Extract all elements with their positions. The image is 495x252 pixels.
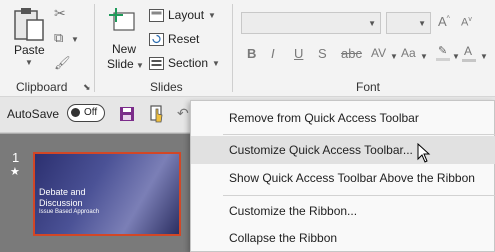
context-menu: Remove from Quick Access Toolbar Customi… bbox=[190, 100, 495, 252]
toggle-knob bbox=[71, 108, 80, 117]
change-case-chevron-down-icon[interactable]: ▼ bbox=[420, 52, 428, 61]
slide-title-line-2: Discussion bbox=[39, 198, 83, 208]
font-color-icon[interactable]: A bbox=[462, 44, 476, 62]
layout-button[interactable]: Layout ▼ bbox=[149, 8, 216, 22]
section-label: Section bbox=[168, 56, 209, 70]
change-case-button[interactable]: Aa bbox=[401, 46, 416, 60]
font-size-dropdown[interactable]: ▼ bbox=[386, 12, 431, 34]
ribbon-separator bbox=[94, 4, 95, 92]
font-size-chevron-down-icon: ▼ bbox=[418, 19, 426, 28]
font-group-label: Font bbox=[356, 80, 381, 94]
autosave-label: AutoSave bbox=[7, 107, 60, 121]
highlight-chevron-down-icon[interactable]: ▼ bbox=[452, 52, 460, 61]
reset-icon bbox=[149, 32, 164, 46]
paste-button[interactable]: Paste ▼ bbox=[10, 6, 50, 68]
character-spacing-chevron-down-icon[interactable]: ▼ bbox=[390, 52, 398, 61]
section-icon bbox=[149, 56, 164, 70]
slide-title-line-1: Debate and bbox=[39, 187, 86, 197]
touch-mode-icon[interactable] bbox=[150, 105, 166, 123]
slide-subtitle: Issue Based Approach bbox=[39, 209, 100, 215]
decrease-font-size-icon[interactable]: Av bbox=[461, 16, 472, 29]
reset-button[interactable]: Reset bbox=[149, 32, 199, 46]
ribbon: Paste ▼ ✂ ⧉ ▼ 🖌 Clipboard ⬊ New Slide ▼ … bbox=[0, 0, 495, 97]
reset-label: Reset bbox=[168, 32, 200, 46]
new-slide-label-2: Slide bbox=[107, 57, 134, 71]
layout-label: Layout bbox=[168, 8, 205, 22]
strikethrough-icon[interactable]: abc bbox=[341, 46, 362, 61]
paste-icon bbox=[14, 8, 44, 41]
undo-icon[interactable]: ↶ bbox=[177, 105, 189, 122]
character-spacing-button[interactable]: AV bbox=[371, 46, 386, 60]
menu-item-customize-qat[interactable]: Customize Quick Access Toolbar... bbox=[191, 136, 495, 164]
slide-number: 1 bbox=[12, 150, 20, 165]
new-slide-label: New bbox=[112, 42, 137, 56]
save-icon[interactable] bbox=[119, 106, 135, 122]
shadow-button[interactable]: S bbox=[318, 46, 327, 61]
new-slide-chevron-down-icon: ▼ bbox=[136, 61, 144, 70]
slide-thumbnail[interactable]: Debate and Discussion Issue Based Approa… bbox=[33, 152, 181, 236]
copy-chevron-down-icon[interactable]: ▼ bbox=[71, 35, 79, 44]
underline-button[interactable]: U bbox=[294, 46, 303, 61]
clipboard-launcher-icon[interactable]: ⬊ bbox=[83, 82, 91, 93]
paste-chevron-down-icon: ▼ bbox=[25, 58, 33, 67]
cut-icon[interactable]: ✂ bbox=[54, 5, 66, 22]
menu-item-show-qat-above-ribbon[interactable]: Show Quick Access Toolbar Above the Ribb… bbox=[191, 164, 495, 192]
copy-icon[interactable]: ⧉ bbox=[54, 30, 63, 46]
italic-button[interactable]: I bbox=[271, 46, 275, 61]
menu-separator bbox=[223, 195, 495, 196]
slides-group-label: Slides bbox=[150, 80, 183, 94]
autosave-toggle[interactable]: Off bbox=[67, 104, 105, 122]
bold-button[interactable]: B bbox=[247, 46, 256, 61]
font-color-chevron-down-icon[interactable]: ▼ bbox=[480, 52, 488, 61]
section-button[interactable]: Section ▼ bbox=[149, 56, 220, 70]
menu-separator bbox=[223, 134, 495, 135]
font-name-chevron-down-icon: ▼ bbox=[368, 19, 376, 28]
paste-label: Paste bbox=[14, 43, 45, 57]
layout-icon bbox=[149, 8, 164, 22]
highlight-color-icon[interactable]: ✎ bbox=[436, 44, 450, 61]
layout-chevron-down-icon: ▼ bbox=[208, 10, 216, 20]
new-slide-button[interactable]: New Slide ▼ bbox=[104, 6, 144, 72]
menu-item-remove-from-qat[interactable]: Remove from Quick Access Toolbar bbox=[191, 104, 495, 132]
menu-item-customize-ribbon[interactable]: Customize the Ribbon... bbox=[191, 197, 495, 225]
font-name-dropdown[interactable]: ▼ bbox=[241, 12, 381, 34]
slide-transition-star-icon: ★ bbox=[10, 166, 20, 178]
mouse-cursor-icon bbox=[417, 143, 431, 163]
ribbon-separator bbox=[232, 4, 233, 92]
clipboard-group-label: Clipboard bbox=[16, 80, 68, 94]
toggle-state: Off bbox=[84, 107, 98, 118]
new-slide-icon bbox=[109, 8, 135, 31]
section-chevron-down-icon: ▼ bbox=[212, 58, 220, 68]
menu-item-collapse-ribbon[interactable]: Collapse the Ribbon bbox=[191, 224, 495, 252]
increase-font-size-icon[interactable]: A^ bbox=[438, 14, 450, 29]
format-painter-icon[interactable]: 🖌 bbox=[54, 55, 71, 71]
slide-title: Debate and Discussion bbox=[39, 187, 86, 209]
